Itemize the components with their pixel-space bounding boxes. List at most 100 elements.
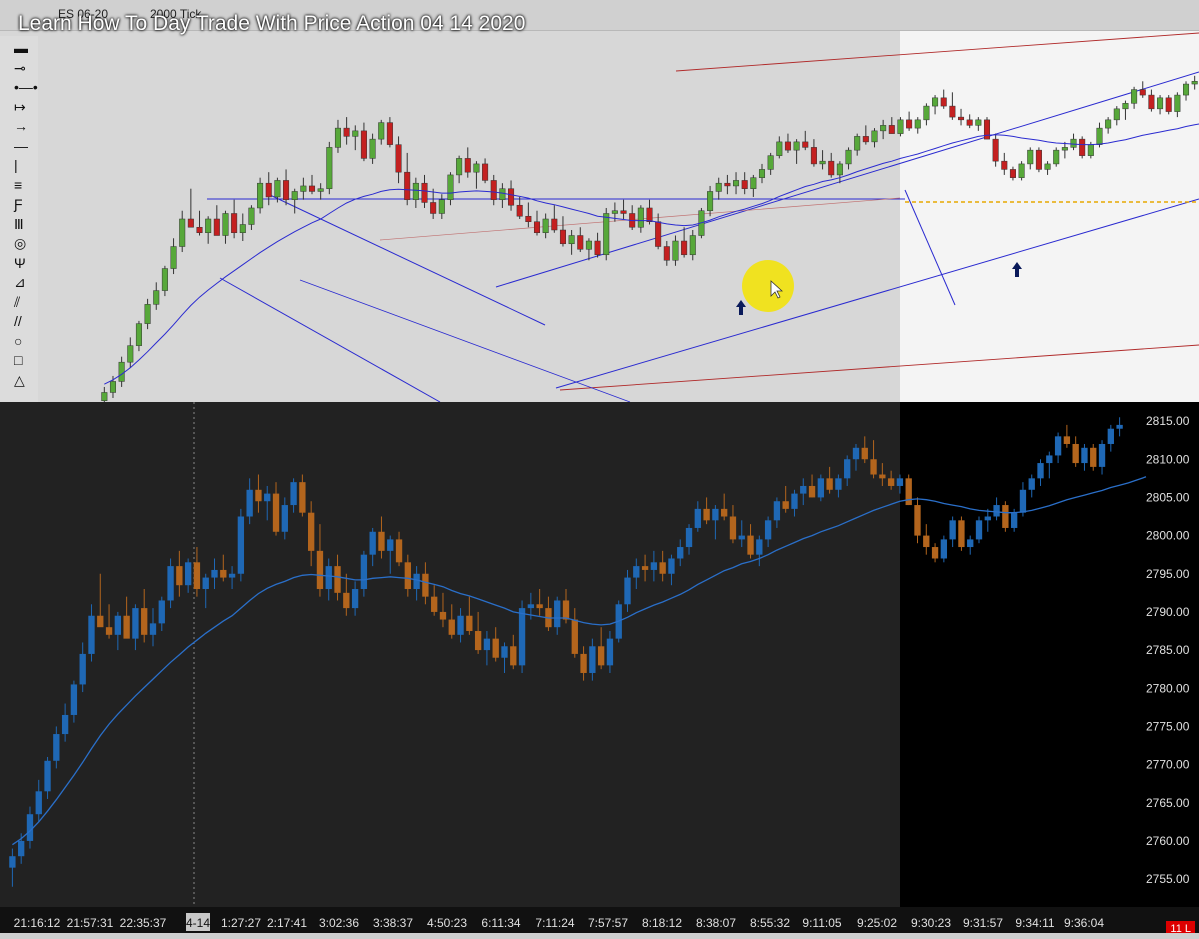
- top-candle: [810, 139, 817, 167]
- top-candle-body: [542, 218, 549, 234]
- top-candle: [438, 194, 445, 219]
- candle-body: [1116, 424, 1123, 429]
- candle-body: [527, 604, 535, 609]
- candle-body: [580, 653, 587, 673]
- candle-body: [993, 505, 1000, 517]
- top-candle: [603, 207, 610, 261]
- candle: [844, 455, 851, 486]
- time-axis-label: 9:30:23: [911, 916, 951, 930]
- top-candle-body: [430, 202, 437, 214]
- top-candle: [1079, 136, 1086, 159]
- top-candle-body: [317, 188, 324, 192]
- top-candle: [637, 205, 644, 233]
- top-candle: [1139, 81, 1146, 98]
- top-candle-body: [525, 215, 532, 222]
- top-candle-body: [187, 218, 194, 228]
- candle-body: [721, 508, 728, 517]
- top-candle: [144, 298, 151, 330]
- candle: [70, 680, 78, 723]
- top-candle-body: [127, 345, 134, 363]
- candle: [167, 558, 174, 609]
- top-candle-body: [888, 125, 895, 134]
- candle-body: [923, 535, 930, 548]
- candle: [764, 516, 772, 548]
- channel-line: [495, 71, 1199, 288]
- top-candle: [888, 117, 895, 134]
- top-candle-body: [1157, 97, 1164, 110]
- candle: [975, 516, 983, 544]
- top-candle-body: [897, 119, 904, 134]
- top-candle: [568, 230, 575, 255]
- top-candle: [395, 136, 402, 184]
- top-candle: [758, 163, 766, 184]
- channel-line: [555, 198, 1199, 389]
- top-candle: [170, 238, 177, 275]
- top-candle: [308, 174, 316, 195]
- candle-body: [1046, 455, 1053, 464]
- candle: [351, 581, 359, 616]
- top-candle-body: [655, 221, 662, 247]
- top-candle-body: [326, 147, 333, 189]
- candle: [9, 848, 16, 887]
- up-arrow-icon: [736, 300, 746, 315]
- top-candle: [542, 213, 549, 239]
- top-candle: [715, 177, 722, 200]
- top-candle: [1165, 95, 1172, 115]
- candle: [650, 550, 658, 582]
- candle-body: [466, 615, 473, 632]
- highlight-circle: [742, 260, 794, 312]
- candle: [193, 547, 201, 597]
- candle-body: [316, 550, 324, 590]
- top-candle: [1122, 100, 1129, 120]
- top-candle: [430, 188, 437, 219]
- candle-body: [334, 566, 341, 593]
- candle-body: [1081, 447, 1088, 464]
- candle-body: [905, 478, 912, 506]
- top-candle: [1035, 147, 1042, 173]
- candle: [703, 497, 710, 525]
- main-chart-svg[interactable]: 2815.00 2810.00 2805.00 2800.00 2795.00 2790.…: [0, 402, 1199, 939]
- top-candle-body: [464, 158, 471, 173]
- candle: [299, 474, 306, 517]
- candle: [308, 501, 315, 567]
- candle: [800, 478, 807, 506]
- candle: [738, 520, 745, 548]
- candle-body: [896, 478, 904, 486]
- candle-body: [193, 562, 201, 590]
- top-candle: [360, 122, 367, 162]
- top-candle-body: [819, 160, 826, 165]
- candle: [580, 646, 587, 681]
- top-candle-body: [179, 218, 186, 247]
- candle-body: [211, 569, 218, 578]
- top-candle-body: [1053, 149, 1060, 165]
- candle: [44, 756, 51, 799]
- top-candle: [707, 185, 714, 217]
- top-candle-body: [577, 235, 584, 250]
- top-candle: [1148, 89, 1155, 112]
- top-candle: [854, 133, 861, 156]
- top-candle-body: [845, 149, 852, 165]
- top-candle-body: [438, 199, 445, 214]
- price-axis-label: 2810.00: [1146, 452, 1190, 466]
- candle-body: [756, 539, 763, 555]
- top-candle-body: [1122, 103, 1129, 110]
- top-candle-body: [1018, 163, 1025, 178]
- top-candle: [533, 210, 541, 236]
- time-axis-label: 6:11:34: [481, 916, 520, 930]
- top-candle: [958, 108, 965, 126]
- candle-body: [808, 485, 816, 498]
- top-candle-body: [1027, 149, 1034, 165]
- candle-body: [975, 520, 983, 540]
- top-candle-body: [265, 182, 272, 198]
- candle-body: [633, 566, 640, 578]
- candle-body: [826, 478, 833, 490]
- candle: [668, 554, 675, 586]
- candle-body: [290, 482, 297, 506]
- top-candle-body: [871, 130, 878, 143]
- candle-body: [325, 566, 332, 590]
- candle-body: [685, 527, 693, 548]
- time-axis-label: 22:35:37: [120, 916, 167, 930]
- top-candle-body: [784, 141, 791, 151]
- top-candle-body: [352, 130, 359, 137]
- candle-body: [738, 535, 745, 540]
